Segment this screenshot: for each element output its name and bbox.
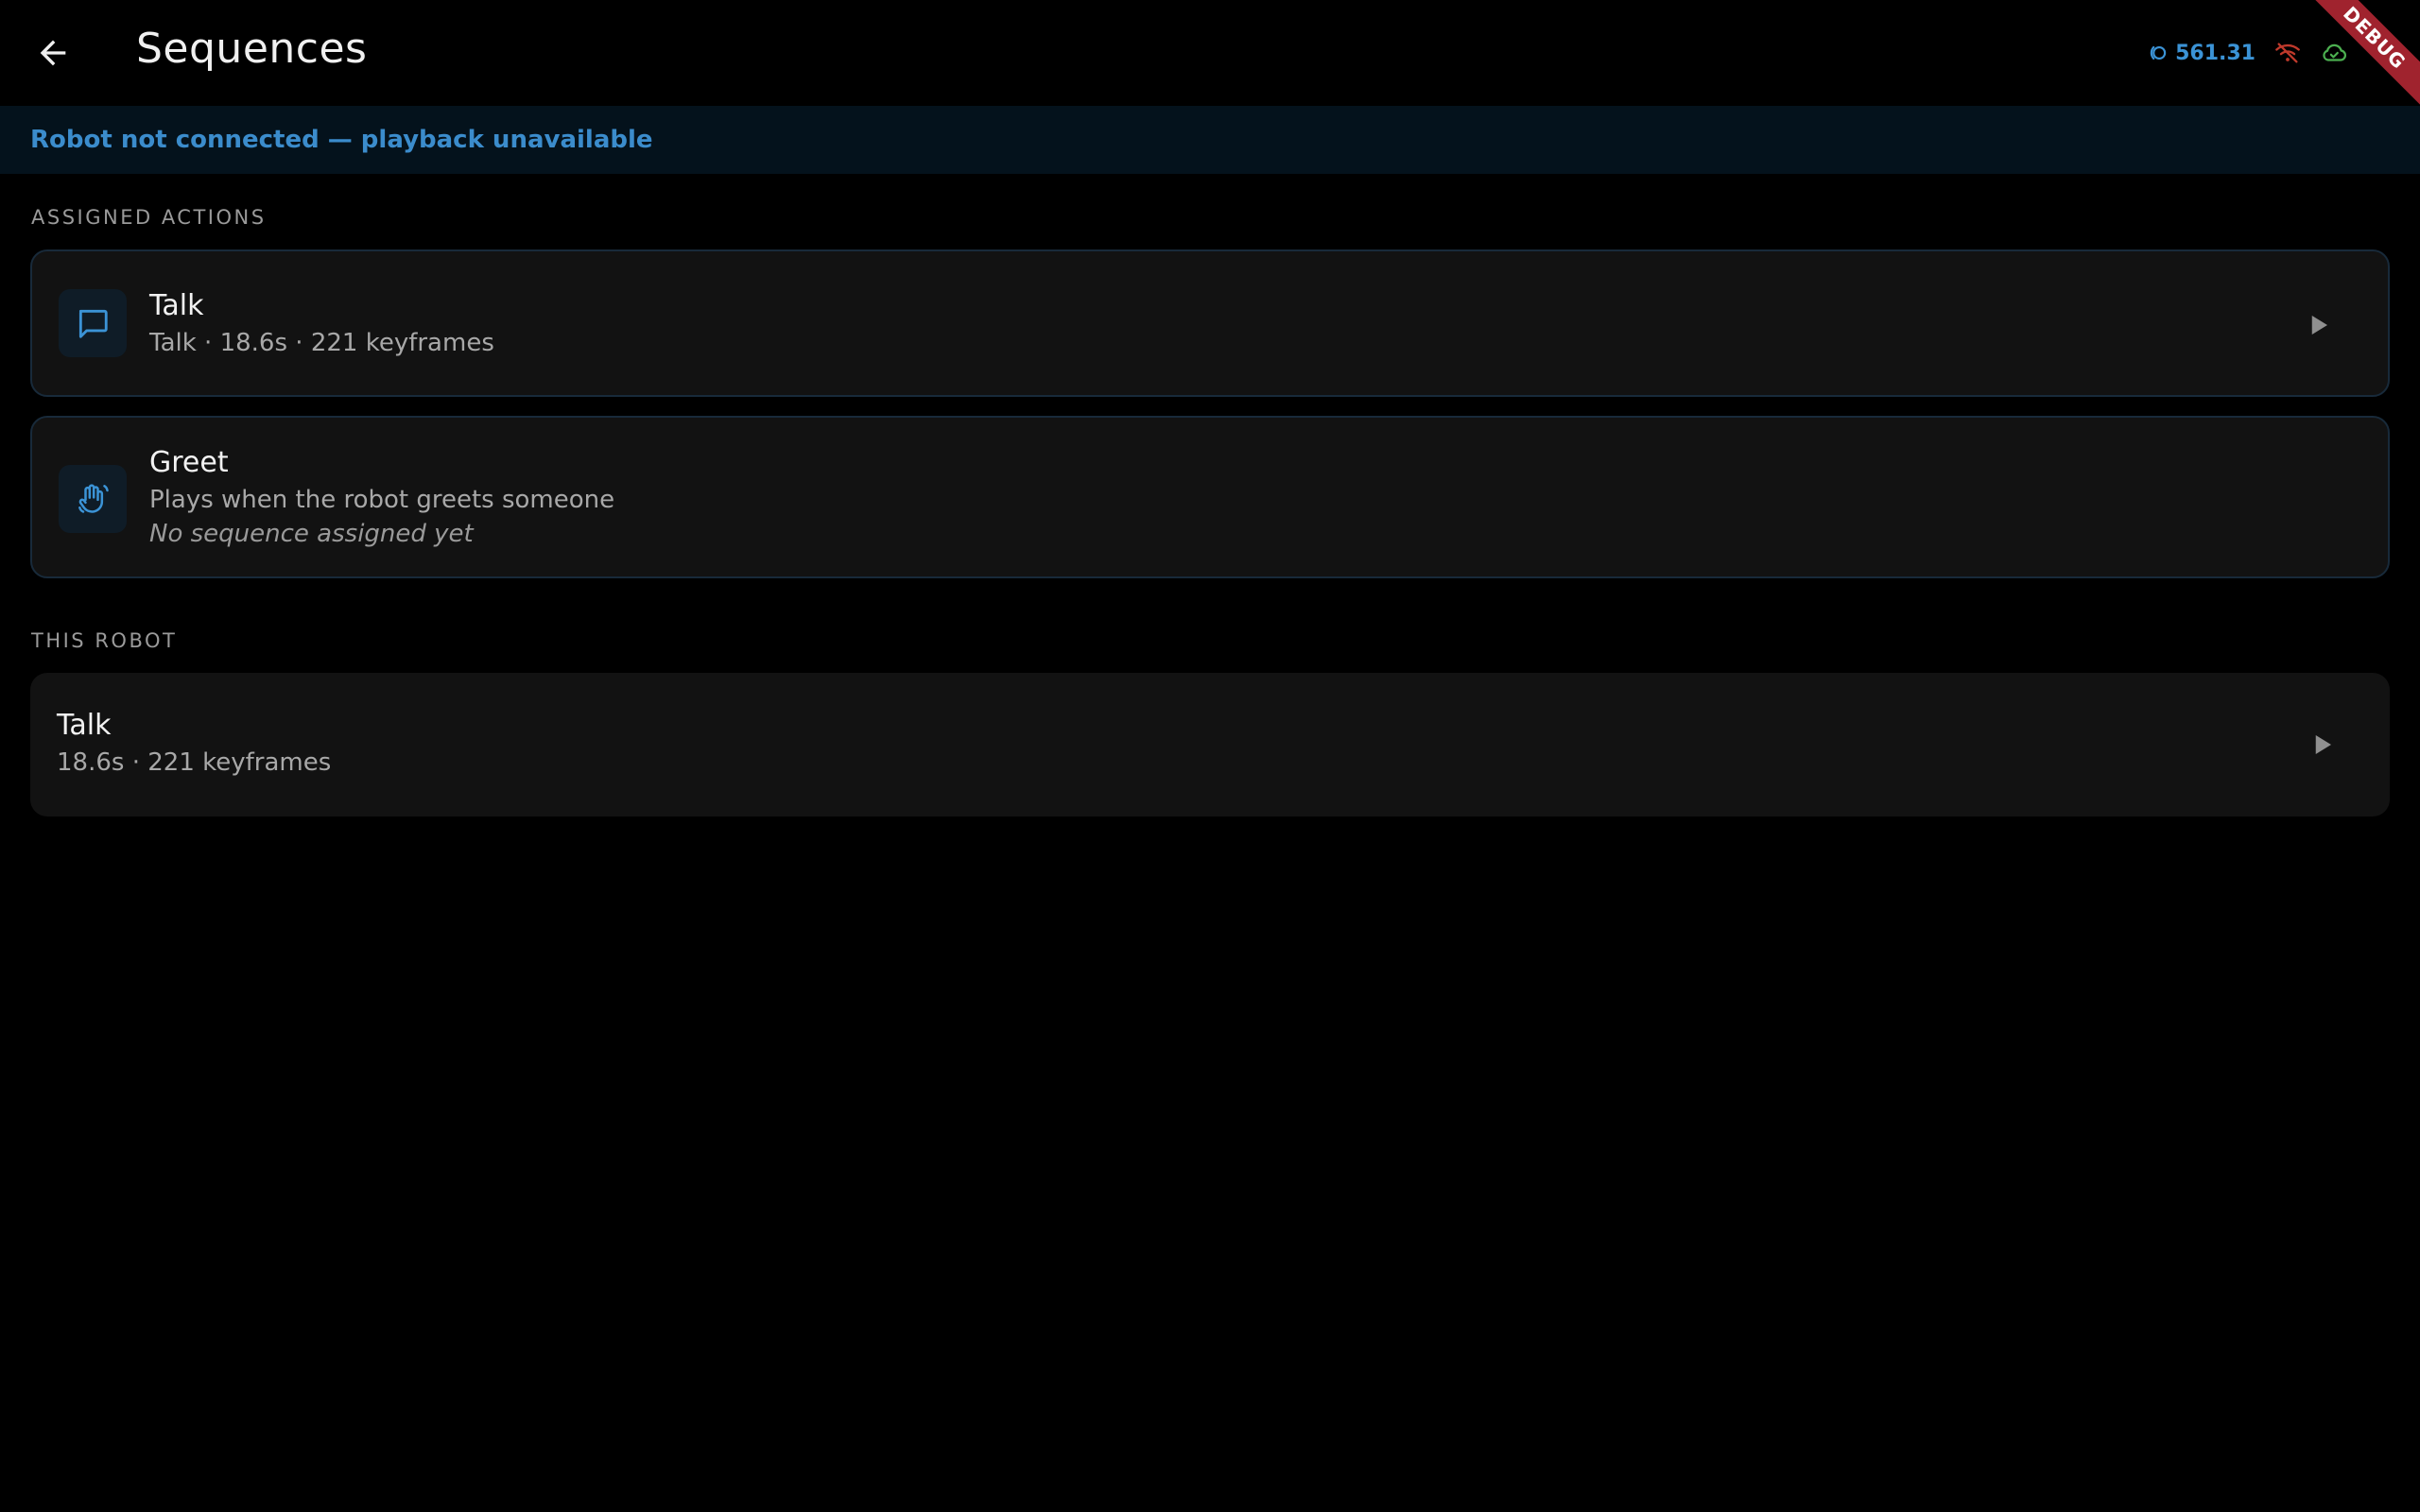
latency-indicator: 561.31 [2145, 41, 2256, 65]
action-card-talk[interactable]: Talk Talk · 18.6s · 221 keyframes [30, 249, 2390, 397]
play-icon [2315, 735, 2331, 754]
play-button[interactable] [2288, 295, 2348, 355]
latency-value: 561.31 [2175, 41, 2256, 65]
wifi-off-icon [2275, 43, 2300, 63]
action-note: No sequence assigned yet [149, 520, 474, 548]
action-card-greet[interactable]: Greet Plays when the robot greets someon… [30, 416, 2390, 578]
page-title: Sequences [136, 25, 368, 73]
signal-icon [2150, 45, 2167, 60]
play-button[interactable] [2291, 714, 2352, 775]
app-bar: Sequences 561.31 DEBUG [0, 0, 2420, 123]
action-icon-tile [59, 465, 127, 533]
action-title: Talk [149, 289, 204, 322]
waving-hand-icon [78, 484, 109, 513]
section-header-assigned-actions: ASSIGNED ACTIONS [31, 206, 267, 229]
action-title: Greet [149, 446, 229, 479]
action-subtitle: Plays when the robot greets someone [149, 486, 615, 514]
play-icon [2311, 316, 2327, 335]
action-icon-tile [59, 289, 127, 357]
action-subtitle: Talk · 18.6s · 221 keyframes [149, 329, 494, 357]
connection-banner-text: Robot not connected — playback unavailab… [30, 126, 653, 154]
status-cluster: 561.31 [2145, 36, 2348, 70]
arrow-left-icon [40, 40, 66, 66]
sequence-card-talk[interactable]: Talk 18.6s · 221 keyframes [30, 673, 2390, 816]
back-button[interactable] [23, 23, 83, 83]
connection-banner: Robot not connected — playback unavailab… [0, 106, 2420, 174]
chat-bubble-icon [78, 309, 108, 338]
section-header-this-robot: THIS ROBOT [31, 629, 178, 652]
sequence-subtitle: 18.6s · 221 keyframes [57, 748, 332, 777]
cloud-check-icon [2323, 43, 2347, 61]
sequence-title: Talk [57, 709, 112, 742]
